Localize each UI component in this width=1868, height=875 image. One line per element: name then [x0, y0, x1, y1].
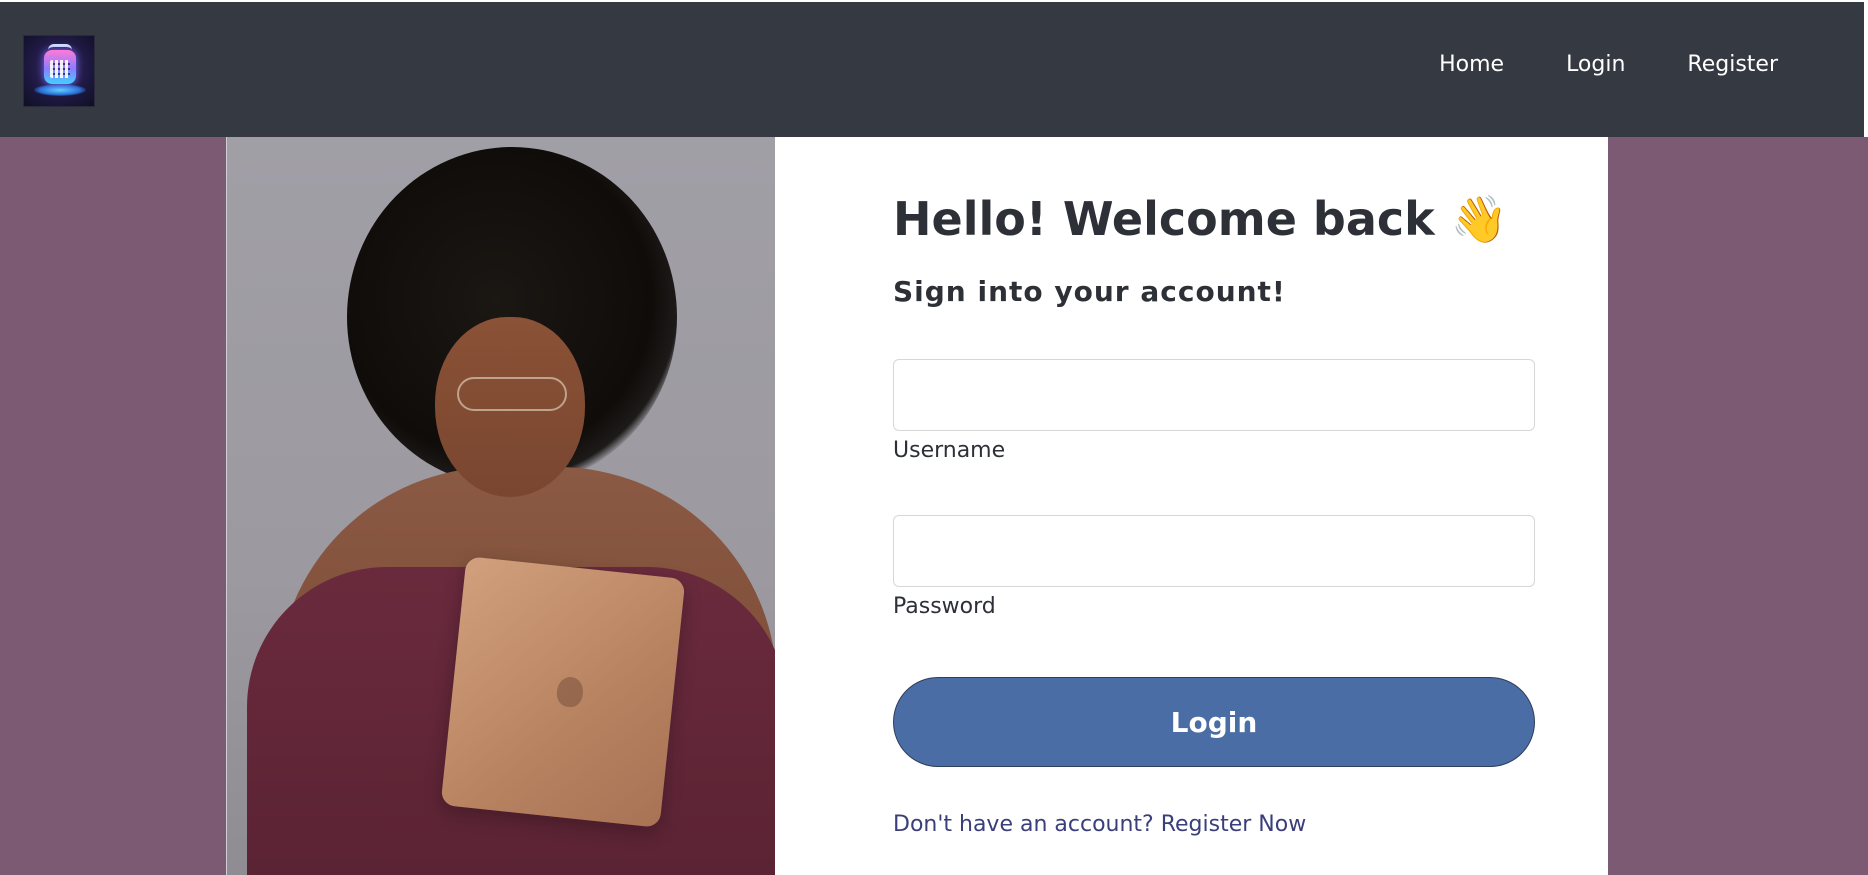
welcome-title: Hello! Welcome back 👋	[893, 192, 1509, 246]
login-button[interactable]: Login	[893, 677, 1535, 767]
login-form-panel: Hello! Welcome back 👋 Sign into your acc…	[775, 137, 1608, 875]
app-logo-icon[interactable]	[23, 35, 95, 107]
photo-glasses	[457, 377, 567, 411]
username-label: Username	[893, 438, 1006, 463]
password-input[interactable]	[893, 515, 1535, 587]
nav-register-link[interactable]: Register	[1687, 54, 1778, 76]
sign-in-subtitle: Sign into your account!	[893, 275, 1286, 308]
calendar-icon	[44, 50, 76, 84]
nav-links: Home Login Register	[1439, 54, 1778, 76]
top-navbar: Home Login Register	[0, 0, 1868, 137]
nav-home-link[interactable]: Home	[1439, 54, 1504, 76]
register-now-link[interactable]: Don't have an account? Register Now	[893, 812, 1306, 837]
password-label: Password	[893, 594, 996, 619]
hero-photo	[226, 137, 775, 875]
nav-login-link[interactable]: Login	[1566, 54, 1625, 76]
username-input[interactable]	[893, 359, 1535, 431]
logo-glow	[34, 84, 86, 96]
